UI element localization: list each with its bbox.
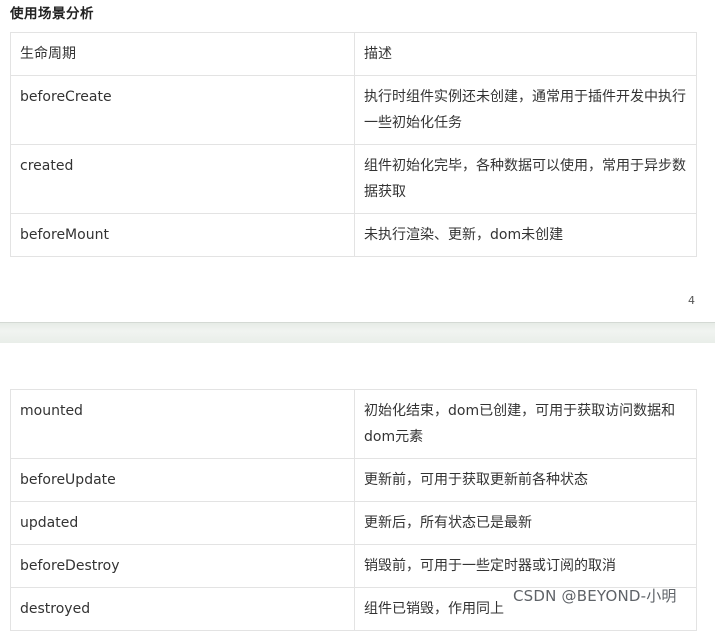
table-row: mounted 初始化结束，dom已创建，可用于获取访问数据和dom元素: [10, 389, 697, 459]
lifecycle-description: 更新前，可用于获取更新前各种状态: [354, 458, 697, 502]
lifecycle-description: 未执行渲染、更新，dom未创建: [354, 213, 697, 257]
lifecycle-table-part-1: 生命周期 描述 beforeCreate 执行时组件实例还未创建，通常用于插件开…: [10, 32, 697, 257]
lifecycle-name: destroyed: [10, 587, 355, 631]
lifecycle-description: 组件初始化完毕，各种数据可以使用，常用于异步数据获取: [354, 144, 697, 214]
table-row: beforeDestroy 销毁前，可用于一些定时器或订阅的取消: [10, 544, 697, 588]
csdn-watermark: CSDN @BEYOND-小明: [513, 587, 677, 605]
lifecycle-name: beforeMount: [10, 213, 355, 257]
table-row: beforeMount 未执行渲染、更新，dom未创建: [10, 213, 697, 257]
table-row: created 组件初始化完毕，各种数据可以使用，常用于异步数据获取: [10, 144, 697, 214]
header-description: 描述: [354, 32, 697, 76]
table-header-row: 生命周期 描述: [10, 32, 697, 76]
lifecycle-name: mounted: [10, 389, 355, 459]
page-number: 4: [688, 294, 695, 307]
header-lifecycle: 生命周期: [10, 32, 355, 76]
lifecycle-description: 销毁前，可用于一些定时器或订阅的取消: [354, 544, 697, 588]
table-row: beforeUpdate 更新前，可用于获取更新前各种状态: [10, 458, 697, 502]
section-heading: 使用场景分析: [10, 6, 94, 22]
table-row: beforeCreate 执行时组件实例还未创建，通常用于插件开发中执行一些初始…: [10, 75, 697, 145]
lifecycle-description: 更新后，所有状态已是最新: [354, 501, 697, 545]
lifecycle-description: 初始化结束，dom已创建，可用于获取访问数据和dom元素: [354, 389, 697, 459]
lifecycle-name: beforeDestroy: [10, 544, 355, 588]
lifecycle-name: beforeUpdate: [10, 458, 355, 502]
lifecycle-description: 执行时组件实例还未创建，通常用于插件开发中执行一些初始化任务: [354, 75, 697, 145]
lifecycle-name: created: [10, 144, 355, 214]
page-separator: [0, 322, 715, 344]
table-row: updated 更新后，所有状态已是最新: [10, 501, 697, 545]
lifecycle-name: updated: [10, 501, 355, 545]
lifecycle-name: beforeCreate: [10, 75, 355, 145]
